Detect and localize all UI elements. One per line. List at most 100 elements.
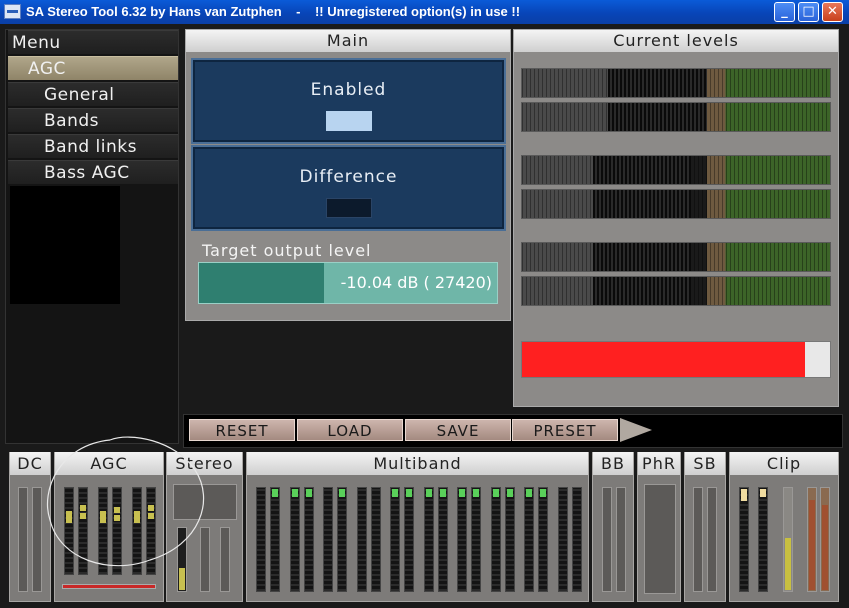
agc-meter <box>112 487 122 575</box>
multiband-meter <box>557 487 568 592</box>
agc-meter <box>146 487 156 575</box>
menu-empty-area <box>10 186 120 304</box>
multiband-meter <box>323 487 333 592</box>
target-output-value: -10.04 dB ( 27420) <box>340 273 492 292</box>
level-meter <box>521 102 831 132</box>
dc-header: DC <box>10 452 50 475</box>
multiband-meter-peak <box>272 489 278 497</box>
sb-header: SB <box>685 452 725 475</box>
multiband-meter-peak <box>473 489 479 497</box>
window-title: SA Stereo Tool 6.32 by Hans van Zutphen … <box>26 4 521 19</box>
phr-meter <box>644 484 676 594</box>
menu-item-agc[interactable]: AGC <box>8 56 178 80</box>
multiband-meter <box>370 487 381 592</box>
close-button[interactable]: ✕ <box>822 2 843 22</box>
bb-meter-right <box>616 487 626 592</box>
multiband-header: Multiband <box>247 452 588 475</box>
level-meter <box>521 189 831 219</box>
multiband-meter-peak <box>339 489 345 497</box>
clip-meter-2 <box>758 487 768 592</box>
multiband-meter <box>524 487 534 592</box>
multiband-meter <box>289 487 300 592</box>
multiband-meter <box>457 487 467 592</box>
sb-meter-right <box>707 487 717 592</box>
phr-header: PhR <box>638 452 680 475</box>
agc-meter <box>64 487 74 575</box>
menu-header: Menu <box>8 30 178 54</box>
difference-indicator <box>326 198 372 218</box>
level-meter-bar <box>608 103 707 131</box>
level-meter-bar <box>592 243 692 271</box>
multiband-meter <box>471 487 481 592</box>
multiband-meter-peak <box>506 489 513 497</box>
dc-meter-left <box>18 487 28 592</box>
agc-meter <box>78 487 88 575</box>
multiband-meter <box>437 487 448 592</box>
multiband-meter-peak <box>291 489 298 497</box>
bb-meter-left <box>602 487 612 592</box>
target-output-slider[interactable]: -10.04 dB ( 27420) <box>198 262 498 304</box>
minimize-button[interactable]: _ <box>774 2 795 22</box>
menu-item-bass-agc[interactable]: Bass AGC <box>8 160 178 184</box>
agc-header: AGC <box>55 452 163 475</box>
target-output-label: Target output level <box>202 241 372 260</box>
agc-meter-level <box>66 517 72 523</box>
multiband-meter <box>490 487 501 592</box>
clip-indicator <box>521 341 831 378</box>
clip-meter-1 <box>739 487 749 592</box>
agc-meter <box>132 487 142 575</box>
level-meter-bar <box>592 190 692 218</box>
menu-item-general[interactable]: General <box>8 82 178 106</box>
level-meter-bar <box>592 156 692 184</box>
multiband-meter-peak <box>540 489 546 497</box>
menu-item-band-links[interactable]: Band links <box>8 134 178 158</box>
agc-progress <box>62 584 156 589</box>
multiband-meter <box>356 487 367 592</box>
next-arrow-icon[interactable] <box>620 418 652 442</box>
multiband-meter <box>270 487 280 592</box>
clip-indicator-fill <box>522 342 806 377</box>
agc-meter-level <box>134 517 140 523</box>
bb-header: BB <box>593 452 633 475</box>
multiband-meter <box>571 487 582 592</box>
multiband-meter-peak <box>392 489 398 497</box>
level-meter <box>521 155 831 185</box>
multiband-meter-peak <box>439 489 446 497</box>
agc-meter-level <box>114 507 120 513</box>
menu-item-bands[interactable]: Bands <box>8 108 178 132</box>
multiband-meter <box>423 487 434 592</box>
difference-button[interactable]: Difference <box>191 145 506 231</box>
agc-meter-level <box>148 505 154 511</box>
maximize-button[interactable]: □ <box>798 2 819 22</box>
multiband-meter <box>303 487 314 592</box>
level-meter <box>521 68 831 98</box>
clip-header: Clip <box>730 452 838 475</box>
level-meter-bar <box>608 69 707 97</box>
enabled-button[interactable]: Enabled <box>191 58 506 144</box>
agc-meter-level <box>100 517 106 523</box>
reset-button[interactable]: RESET <box>189 419 295 441</box>
multiband-meter-peak <box>425 489 432 497</box>
dc-meter-right <box>32 487 42 592</box>
level-meter <box>521 242 831 272</box>
main-header: Main <box>186 30 510 52</box>
preset-button[interactable]: PRESET <box>512 419 618 441</box>
stereo-meter-3 <box>220 527 230 592</box>
stereo-meter-2 <box>200 527 210 592</box>
levels-header: Current levels <box>514 30 838 52</box>
clip-meter-5 <box>820 487 830 592</box>
enabled-indicator <box>326 111 372 131</box>
multiband-meter-peak <box>492 489 499 497</box>
stereo-width-display <box>173 484 237 520</box>
multiband-meter-peak <box>459 489 465 497</box>
multiband-meter <box>504 487 515 592</box>
level-meter <box>521 276 831 306</box>
app-icon[interactable] <box>4 4 21 19</box>
stereo-meter-1 <box>177 527 187 592</box>
load-button[interactable]: LOAD <box>297 419 403 441</box>
multiband-meter <box>256 487 266 592</box>
agc-meter-level <box>114 515 120 521</box>
save-button[interactable]: SAVE <box>405 419 511 441</box>
clip-meter-3 <box>783 487 793 592</box>
difference-label: Difference <box>299 167 398 187</box>
